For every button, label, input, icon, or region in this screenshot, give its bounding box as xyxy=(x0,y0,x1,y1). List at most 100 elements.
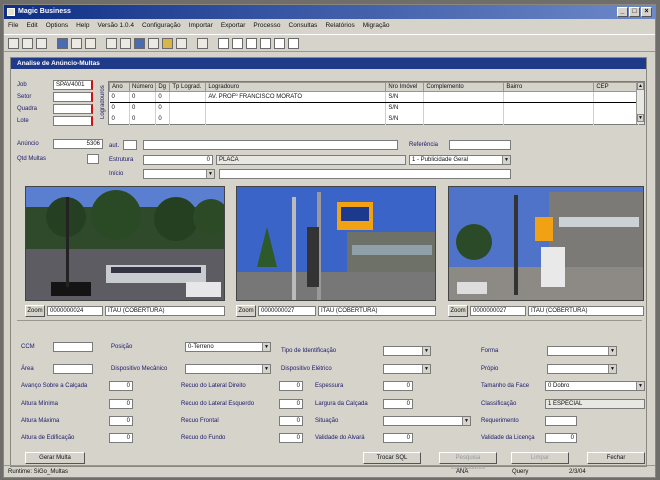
forma-select[interactable]: ▼ xyxy=(547,346,617,356)
qtd-multas-field[interactable] xyxy=(87,154,99,164)
photo-1-desc[interactable]: ITAU (COBERTURA) xyxy=(105,306,225,316)
espessura-field[interactable]: 0 xyxy=(383,381,413,391)
menu-exportar[interactable]: Exportar xyxy=(221,20,246,32)
chevron-down-icon[interactable]: ▼ xyxy=(206,170,214,178)
altura-minima-field[interactable]: 0 xyxy=(109,399,133,409)
dispositivo-eletrico-select[interactable]: ▼ xyxy=(383,364,431,374)
address-grid[interactable]: Ano Número Dg Tp Lograd. Logradouro Nro … xyxy=(108,81,645,125)
menu-options[interactable]: Options xyxy=(46,20,68,32)
menu-importar[interactable]: Importar xyxy=(189,20,213,32)
pesquisa-logradouros-button[interactable]: Pesquisa Logradouros xyxy=(439,452,497,471)
chevron-down-icon[interactable]: ▼ xyxy=(422,365,430,373)
recuo-lateral-esquerdo-field[interactable]: 0 xyxy=(279,399,303,409)
open-icon[interactable] xyxy=(8,37,19,49)
col-nro-imovel[interactable]: Nro Imóvel xyxy=(385,82,425,92)
sheet-1-icon[interactable] xyxy=(218,37,229,49)
zoom-3-button[interactable]: Zoom xyxy=(448,305,468,317)
ccm-field[interactable] xyxy=(53,342,93,352)
menu-help[interactable]: Help xyxy=(76,20,89,32)
inicio-select[interactable]: ▼ xyxy=(143,169,215,179)
table-icon[interactable] xyxy=(134,37,145,49)
document-icon[interactable] xyxy=(57,37,68,49)
sheet-6-icon[interactable] xyxy=(288,37,299,49)
menu-relatorios[interactable]: Relatórios xyxy=(325,20,354,32)
tipo-identificacao-select[interactable]: ▼ xyxy=(383,346,431,356)
col-cep[interactable]: CEP xyxy=(593,82,639,92)
job-field[interactable]: SPAV4001 xyxy=(53,80,93,90)
record-icon[interactable] xyxy=(106,37,117,49)
grid-scrollbar[interactable]: ▲ ▼ xyxy=(636,82,644,124)
sheet-2-icon[interactable] xyxy=(232,37,243,49)
estrutura-code-field[interactable]: 0 xyxy=(143,155,213,165)
col-logradouro[interactable]: Logradouro xyxy=(205,82,387,92)
sheet-5-icon[interactable] xyxy=(274,37,285,49)
col-complemento[interactable]: Complemento xyxy=(423,82,505,92)
inicio-description-field[interactable] xyxy=(219,169,511,179)
chevron-down-icon[interactable]: ▼ xyxy=(262,343,270,351)
altura-edificacao-field[interactable]: 0 xyxy=(109,433,133,443)
recuo-frontal-field[interactable]: 0 xyxy=(279,416,303,426)
col-numero[interactable]: Número xyxy=(128,82,157,92)
minimize-button[interactable]: _ xyxy=(617,7,628,17)
col-ano[interactable]: Ano xyxy=(109,82,130,92)
chevron-down-icon[interactable]: ▼ xyxy=(502,156,510,164)
recuo-lateral-direito-field[interactable]: 0 xyxy=(279,381,303,391)
maximize-button[interactable]: □ xyxy=(629,7,640,17)
photo-2-desc[interactable]: ITAU (COBERTURA) xyxy=(318,306,436,316)
dispositivo-mecanico-select[interactable]: ▼ xyxy=(185,364,271,374)
photo-1-code[interactable]: 0000000024 xyxy=(47,306,103,316)
anuncio-field[interactable]: 5306 xyxy=(53,139,103,149)
proprio-select[interactable]: ▼ xyxy=(547,364,617,374)
col-dg[interactable]: Dg xyxy=(155,82,171,92)
record-alt-icon[interactable] xyxy=(120,37,131,49)
help-icon[interactable] xyxy=(197,37,208,49)
menu-migracao[interactable]: Migração xyxy=(363,20,390,32)
photo-3-code[interactable]: 0000000027 xyxy=(470,306,526,316)
list-icon[interactable] xyxy=(71,37,82,49)
trocar-sql-button[interactable]: Trocar SQL xyxy=(363,452,421,464)
scroll-up-icon[interactable]: ▲ xyxy=(637,82,644,90)
menu-processo[interactable]: Processo xyxy=(253,20,280,32)
referencia-field[interactable] xyxy=(449,140,511,150)
filter-icon[interactable] xyxy=(176,37,187,49)
chevron-down-icon[interactable]: ▼ xyxy=(462,417,470,425)
zoom-1-button[interactable]: Zoom xyxy=(25,305,45,317)
page-icon[interactable] xyxy=(85,37,96,49)
chevron-down-icon[interactable]: ▼ xyxy=(262,365,270,373)
quadra-field[interactable] xyxy=(53,104,93,114)
zoom-2-button[interactable]: Zoom xyxy=(236,305,256,317)
menu-file[interactable]: File xyxy=(8,20,18,32)
validade-alvara-field[interactable]: 0 xyxy=(383,433,413,443)
gerar-multa-button[interactable]: Gerar Multa xyxy=(25,452,85,464)
recuo-fundo-field[interactable]: 0 xyxy=(279,433,303,443)
table-row[interactable]: 0 0 0 S/N xyxy=(109,102,639,114)
menu-consultas[interactable]: Consultas xyxy=(289,20,318,32)
table-row[interactable]: 0 0 0 S/N xyxy=(109,113,639,125)
validade-licenca-field[interactable]: 0 xyxy=(545,433,577,443)
chevron-down-icon[interactable]: ▼ xyxy=(636,382,644,390)
chevron-down-icon[interactable]: ▼ xyxy=(608,347,616,355)
classificacao-field[interactable]: 1 ESPECIAL xyxy=(545,399,645,409)
chevron-down-icon[interactable]: ▼ xyxy=(422,347,430,355)
avanco-field[interactable]: 0 xyxy=(109,381,133,391)
sheet-4-icon[interactable] xyxy=(260,37,271,49)
menu-version[interactable]: Versão 1.0.4 xyxy=(97,20,134,32)
print-icon[interactable] xyxy=(22,37,33,49)
posicao-select[interactable]: 0-Terreno ▼ xyxy=(185,342,271,352)
scroll-down-icon[interactable]: ▼ xyxy=(637,114,644,122)
report-icon[interactable] xyxy=(148,37,159,49)
folder-icon[interactable] xyxy=(162,37,173,49)
situacao-select[interactable]: ▼ xyxy=(383,416,471,426)
largura-calcada-field[interactable]: 0 xyxy=(383,399,413,409)
col-bairro[interactable]: Bairro xyxy=(503,82,595,92)
requerimento-field[interactable] xyxy=(545,416,577,426)
col-tp-lograd[interactable]: Tp Lograd. xyxy=(169,82,207,92)
tamanho-face-select[interactable]: 0 Dobro ▼ xyxy=(545,381,645,391)
limpar-button[interactable]: Limpar xyxy=(511,452,569,464)
photo-2-code[interactable]: 0000000027 xyxy=(258,306,316,316)
menu-edit[interactable]: Edit xyxy=(26,20,37,32)
sheet-3-icon[interactable] xyxy=(246,37,257,49)
publicidade-select[interactable]: 1 - Publicidade Geral ▼ xyxy=(409,155,511,165)
area-field[interactable] xyxy=(53,364,93,374)
aut-field[interactable] xyxy=(123,140,137,150)
